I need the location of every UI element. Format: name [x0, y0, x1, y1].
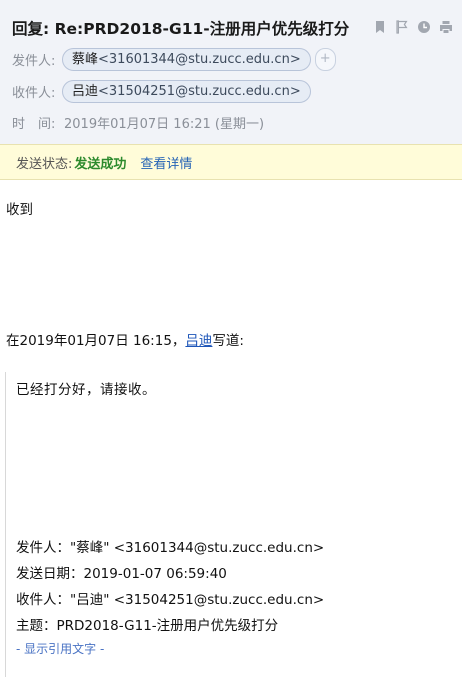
mail-header: 回复: Re:PRD2018-G11-注册用户优先级打分 发件人: 蔡峰<316…	[0, 0, 462, 144]
print-icon[interactable]	[438, 19, 454, 35]
recipient-chip[interactable]: 吕迪<31504251@stu.zucc.edu.cn>	[62, 80, 311, 103]
clock-icon[interactable]	[416, 19, 432, 35]
send-status-bar: 发送状态: 发送成功 查看详情	[0, 144, 462, 180]
quoted-date: 发送日期：2019-01-07 06:59:40	[16, 566, 227, 582]
recipient-address: <31504251@stu.zucc.edu.cn>	[98, 84, 301, 99]
status-value: 发送成功	[74, 156, 127, 172]
view-details-link[interactable]: 查看详情	[140, 153, 192, 172]
time-row: 时 间: 2019年01月07日 16:21 (星期一)	[12, 112, 264, 132]
quoted-subject: 主题：PRD2018-G11-注册用户优先级打分	[16, 618, 279, 634]
from-label: 发件人:	[12, 54, 56, 69]
time-value: 2019年01月07日 16:21 (星期一)	[64, 116, 265, 132]
quoted-to: 收件人："吕迪" <31504251@stu.zucc.edu.cn>	[16, 592, 325, 608]
to-row: 收件人: 吕迪<31504251@stu.zucc.edu.cn>	[12, 80, 311, 103]
time-label: 时 间:	[12, 116, 56, 132]
quoted-body: 已经打分好，请接收。	[16, 382, 156, 398]
reply-text: 收到	[6, 202, 33, 218]
add-contact-button[interactable]: +	[314, 48, 336, 71]
quote-intro: 在2019年01月07日 16:15，吕迪写道:	[6, 329, 244, 349]
quote-intro-prefix: 在2019年01月07日 16:15，	[6, 333, 186, 349]
mail-subject: 回复: Re:PRD2018-G11-注册用户优先级打分	[12, 20, 350, 38]
header-actions	[372, 19, 454, 35]
sender-address: <31601344@stu.zucc.edu.cn>	[98, 52, 301, 67]
recipient-name: 吕迪	[72, 84, 99, 99]
show-quoted-text-link[interactable]: - 显示引用文字 -	[16, 640, 104, 657]
from-row: 发件人: 蔡峰<31601344@stu.zucc.edu.cn> +	[12, 48, 336, 71]
sender-name: 蔡峰	[72, 52, 99, 67]
flag-icon[interactable]	[394, 19, 410, 35]
quoted-author-link[interactable]: 吕迪	[185, 333, 212, 349]
to-label: 收件人:	[12, 86, 56, 101]
status-label: 发送状态:	[16, 156, 73, 172]
bookmark-icon[interactable]	[372, 19, 388, 35]
quote-intro-suffix: 写道:	[212, 333, 244, 349]
quoted-from: 发件人："蔡峰" <31601344@stu.zucc.edu.cn>	[16, 540, 325, 556]
sender-chip[interactable]: 蔡峰<31601344@stu.zucc.edu.cn>	[62, 48, 311, 71]
quoted-message: 已经打分好，请接收。 发件人："蔡峰" <31601344@stu.zucc.e…	[5, 372, 462, 677]
